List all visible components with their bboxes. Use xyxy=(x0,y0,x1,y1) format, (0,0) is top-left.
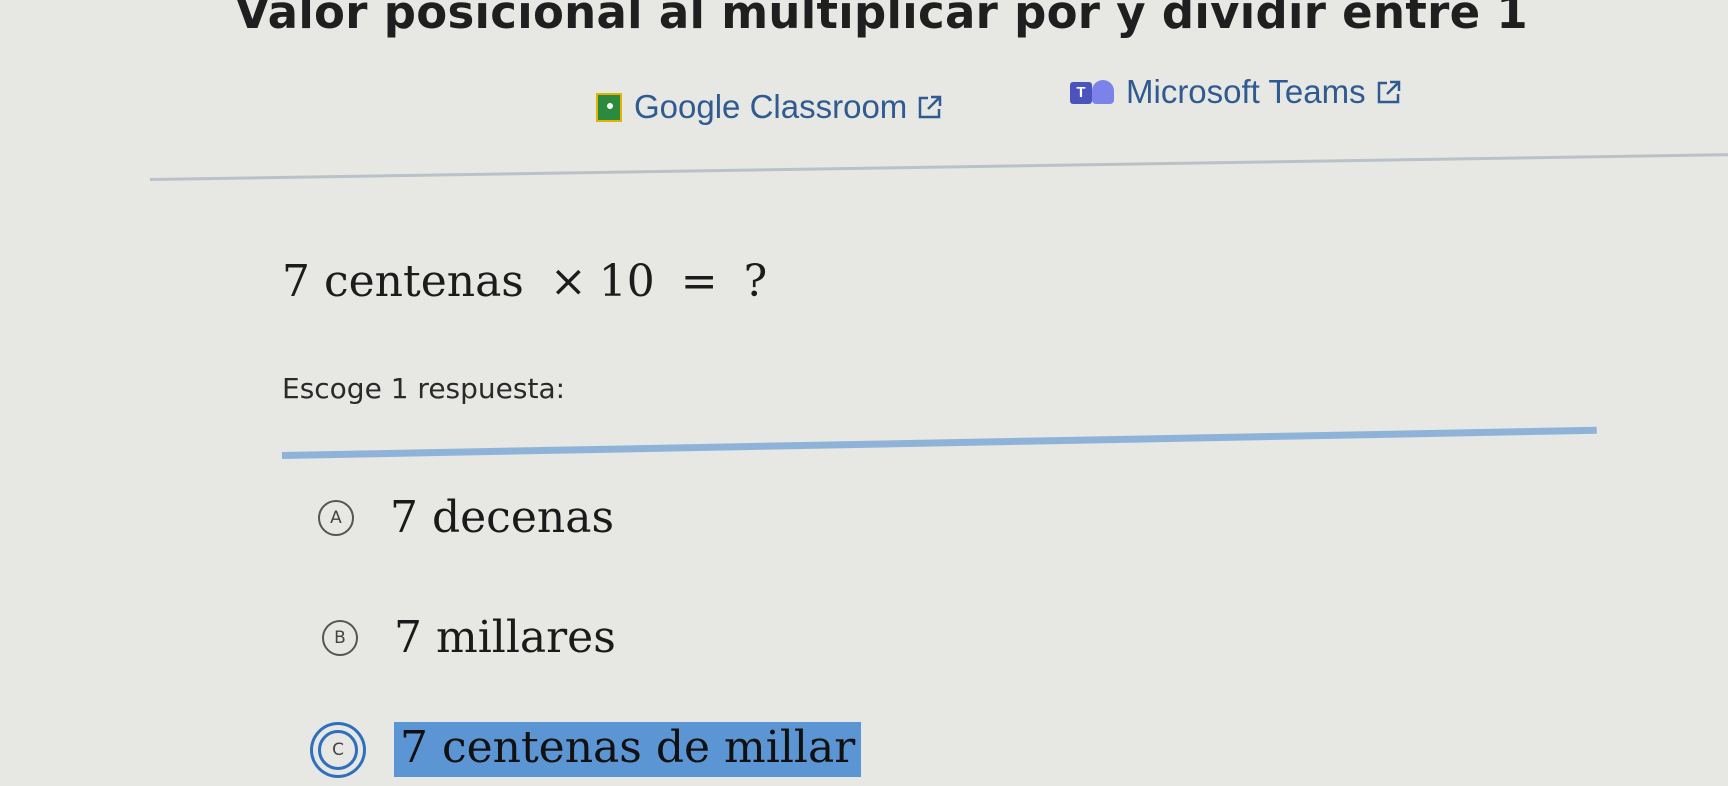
google-classroom-icon xyxy=(596,92,622,122)
microsoft-teams-share-link[interactable]: T Microsoft Teams xyxy=(1070,73,1402,111)
prompt-divider xyxy=(281,426,1597,459)
question-unknown: ? xyxy=(743,256,768,307)
choice-b-radio[interactable]: B xyxy=(322,619,358,656)
question-number: 7 xyxy=(282,256,310,307)
external-link-icon xyxy=(1376,79,1402,105)
question-expression: 7 centenas × 10 = ? xyxy=(282,256,767,307)
choice-b-label: 7 millares xyxy=(394,612,616,663)
choice-b[interactable]: B 7 millares xyxy=(322,612,616,663)
microsoft-teams-icon: T xyxy=(1070,80,1116,104)
google-classroom-share-link[interactable]: Google Classroom xyxy=(596,88,943,126)
question-unit: centenas xyxy=(324,256,524,307)
external-link-icon xyxy=(917,94,943,120)
choice-a-radio[interactable]: A xyxy=(318,499,354,536)
equals-sign: = xyxy=(680,256,718,307)
question-multiplier: 10 xyxy=(598,256,655,307)
google-classroom-label: Google Classroom xyxy=(634,88,908,125)
page-title: Valor posicional al multiplicar por y di… xyxy=(235,0,1529,39)
header-divider xyxy=(149,153,1728,181)
choice-a[interactable]: A 7 decenas xyxy=(318,492,614,543)
multiply-operator: × xyxy=(549,256,587,307)
choice-c-label: 7 centenas de millar xyxy=(394,722,862,777)
choice-c[interactable]: C 7 centenas de millar xyxy=(318,722,862,777)
microsoft-teams-label: Microsoft Teams xyxy=(1126,73,1366,110)
answer-prompt: Escoge 1 respuesta: xyxy=(282,372,566,405)
choice-c-radio[interactable]: C xyxy=(318,729,358,770)
choice-a-label: 7 decenas xyxy=(390,492,615,543)
